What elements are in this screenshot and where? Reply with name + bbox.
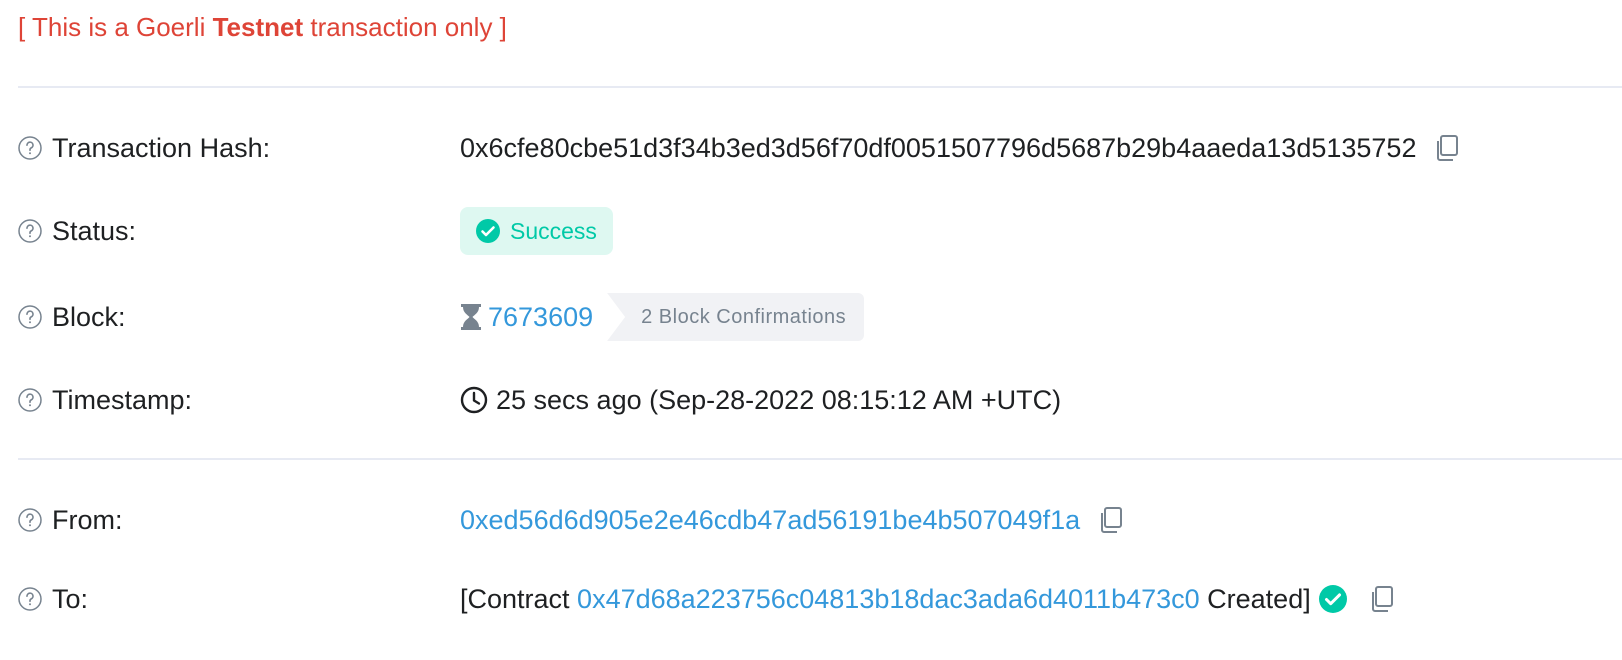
status-text: Success	[510, 217, 597, 244]
to-contract-suffix: Created]	[1199, 583, 1311, 614]
check-circle-icon	[476, 219, 500, 243]
question-circle-icon[interactable]	[18, 219, 42, 243]
to-contract-prefix: [Contract	[460, 583, 578, 614]
row-from: From: 0xed56d6d905e2e46cdb47ad56191be4b5…	[18, 500, 1622, 540]
row-status: Status: Success	[18, 207, 1622, 255]
row-transaction-hash: Transaction Hash: 0x6cfe80cbe51d3f34b3ed…	[18, 128, 1622, 168]
to-label: To:	[52, 583, 89, 614]
question-circle-icon[interactable]	[18, 508, 42, 532]
copy-icon[interactable]	[1098, 506, 1124, 534]
banner-suffix: transaction only ]	[303, 12, 507, 42]
row-timestamp: Timestamp: 25 secs ago (Sep-28-2022 08:1…	[18, 380, 1622, 420]
status-badge: Success	[460, 207, 613, 255]
row-to: To: [Contract 0x47d68a223756c04813b18dac…	[18, 579, 1622, 619]
banner-emphasis: Testnet	[212, 12, 304, 42]
block-number-link[interactable]: 7673609	[488, 302, 593, 333]
question-circle-icon[interactable]	[18, 305, 42, 329]
from-label: From:	[52, 504, 123, 535]
copy-icon[interactable]	[1369, 585, 1395, 613]
question-circle-icon[interactable]	[18, 587, 42, 611]
clock-icon	[460, 386, 488, 414]
hourglass-icon	[460, 303, 482, 331]
transaction-details: [ This is a Goerli Testnet transaction o…	[0, 0, 1622, 660]
check-circle-icon	[1318, 585, 1347, 613]
transaction-hash-value: 0x6cfe80cbe51d3f34b3ed3d56f70df005150779…	[460, 132, 1417, 163]
from-address-link[interactable]: 0xed56d6d905e2e46cdb47ad56191be4b507049f…	[460, 505, 1080, 536]
copy-icon[interactable]	[1434, 134, 1460, 162]
status-label: Status:	[52, 215, 137, 246]
timestamp-label: Timestamp:	[52, 384, 193, 415]
row-block: Block: 7673609 2 Block Confirmations	[18, 293, 1622, 341]
testnet-banner: [ This is a Goerli Testnet transaction o…	[18, 12, 507, 43]
divider	[18, 458, 1622, 460]
block-confirmations-badge: 2 Block Confirmations	[607, 293, 865, 341]
question-circle-icon[interactable]	[18, 388, 42, 412]
banner-prefix: [ This is a Goerli	[18, 12, 213, 42]
contract-address-link[interactable]: 0x47d68a223756c04813b18dac3ada6d4011b473…	[577, 584, 1200, 615]
timestamp-value: 25 secs ago (Sep-28-2022 08:15:12 AM +UT…	[496, 384, 1062, 415]
transaction-hash-label: Transaction Hash:	[52, 132, 271, 163]
block-label: Block:	[52, 301, 126, 332]
divider	[18, 86, 1622, 88]
question-circle-icon[interactable]	[18, 136, 42, 160]
